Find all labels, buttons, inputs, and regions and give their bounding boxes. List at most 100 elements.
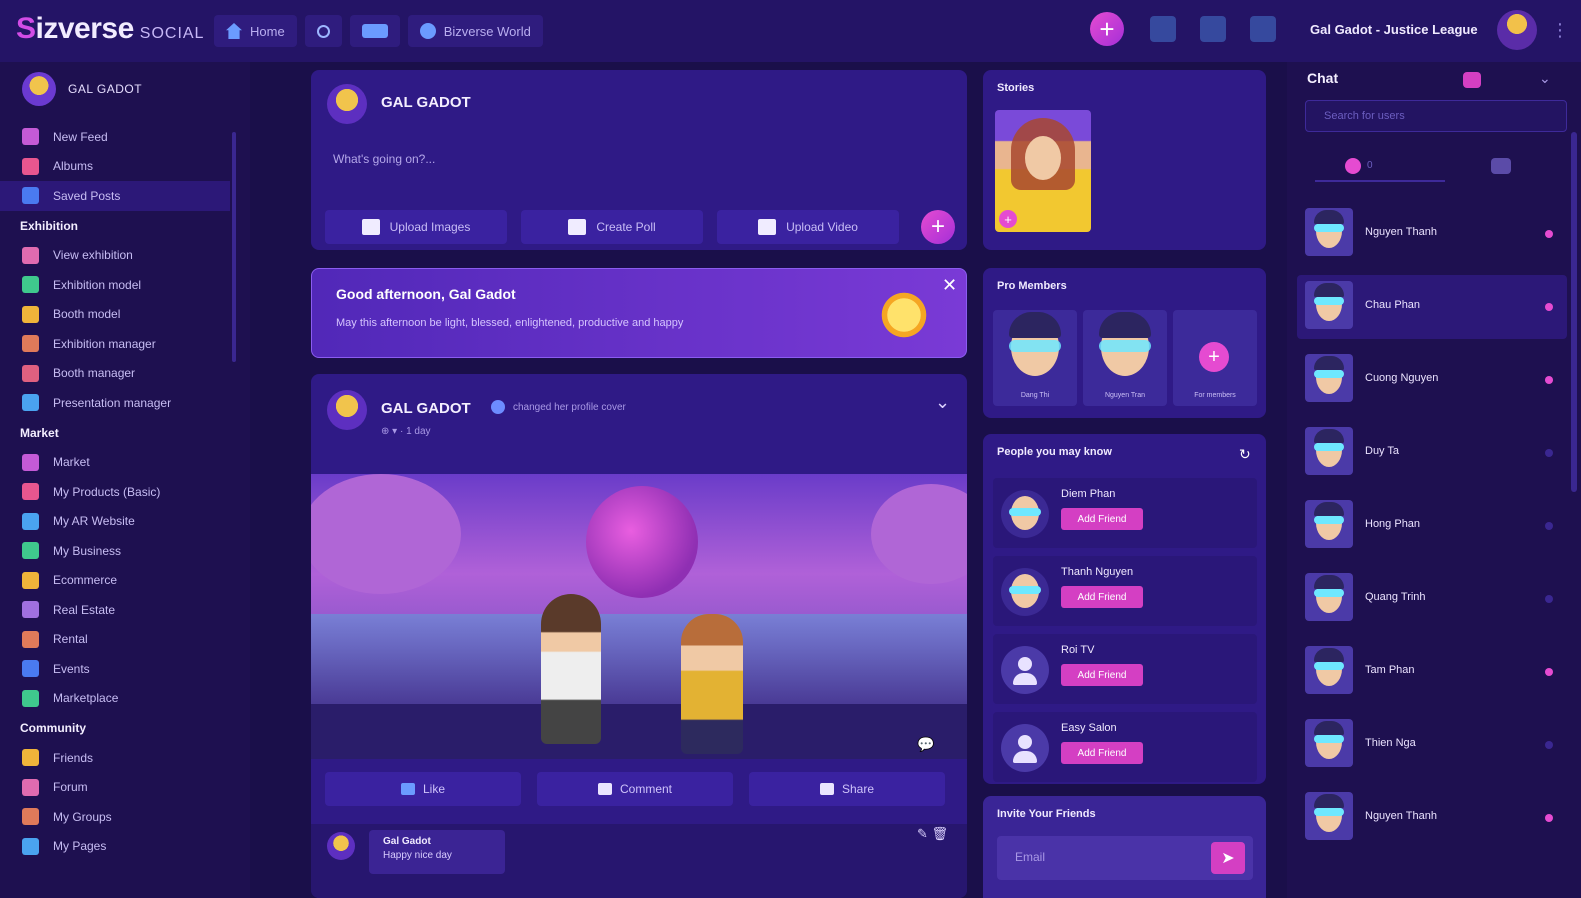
messages-icon[interactable] [1200, 16, 1226, 42]
pro-member-more-label: For members [1194, 392, 1236, 399]
upload-video-button[interactable]: Upload Video [717, 210, 899, 244]
post-author[interactable]: GAL GADOT [381, 400, 471, 417]
avatar[interactable] [327, 390, 367, 430]
close-icon[interactable]: ✕ [942, 275, 957, 296]
pro-member-more[interactable]: + For members [1173, 310, 1257, 406]
nav-home[interactable]: Home [214, 15, 297, 47]
like-button[interactable]: Like [325, 772, 521, 806]
add-friend-button[interactable]: Add Friend [1061, 508, 1143, 530]
pro-member-name: Dang Thi [1020, 392, 1050, 399]
top-nav: Home Bizverse World [214, 15, 543, 47]
sidebar-item-ar-website[interactable]: My AR Website [0, 507, 230, 537]
sidebar-item-products[interactable]: My Products (Basic) [0, 477, 230, 507]
add-friend-button[interactable]: Add Friend [1061, 742, 1143, 764]
create-button[interactable]: + [1090, 12, 1124, 46]
chat-contact[interactable]: Nguyen Thanh [1297, 202, 1567, 266]
sidebar-item-booth-model[interactable]: Booth model [0, 300, 230, 330]
edit-delete-icons[interactable]: ✎ 🗑 [917, 826, 948, 842]
sidebar-item-friends[interactable]: Friends [0, 743, 230, 773]
avatar[interactable] [1001, 490, 1049, 538]
add-friend-button[interactable]: Add Friend [1061, 586, 1143, 608]
chat-contact[interactable]: Duy Ta [1297, 421, 1567, 485]
sidebar-item-groups[interactable]: My Groups [0, 802, 230, 832]
sidebar-scrollbar[interactable] [232, 132, 236, 362]
post-cover-image[interactable]: 💬 [311, 474, 967, 759]
stories-title: Stories [997, 82, 1035, 94]
refresh-icon[interactable]: ↻ [1239, 446, 1251, 463]
composer-more-button[interactable]: + [921, 210, 955, 244]
group-chat-icon[interactable] [1463, 72, 1481, 88]
composer-name: GAL GADOT [381, 94, 471, 111]
avatar[interactable] [1001, 724, 1049, 772]
sidebar-item-news-feed[interactable]: New Feed [0, 122, 230, 152]
chat-title: Chat [1307, 70, 1339, 86]
chevron-down-icon[interactable]: ⌄ [1539, 70, 1551, 87]
sidebar-item-booth-manager[interactable]: Booth manager [0, 359, 230, 389]
sidebar-item-ecommerce[interactable]: Ecommerce [0, 566, 230, 596]
sidebar-item-rental[interactable]: Rental [0, 625, 230, 655]
tab-groups-icon[interactable] [1491, 158, 1511, 174]
sidebar-item-real-estate[interactable]: Real Estate [0, 595, 230, 625]
story-thumbnail[interactable]: + [995, 110, 1091, 232]
chat-contact[interactable]: Chau Phan [1297, 275, 1567, 339]
more-icon[interactable]: ⋮ [1551, 20, 1569, 41]
person-name[interactable]: Thanh Nguyen [1061, 566, 1133, 578]
suggested-person: Thanh Nguyen Add Friend [993, 556, 1257, 626]
person-name[interactable]: Diem Phan [1061, 488, 1115, 500]
person-name[interactable]: Easy Salon [1061, 722, 1117, 734]
comment-author[interactable]: Gal Gadot [383, 836, 491, 847]
pro-member[interactable]: Nguyen Tran [1083, 310, 1167, 406]
avatar[interactable] [1001, 646, 1049, 694]
nav-search[interactable] [304, 15, 342, 47]
sidebar-item-business[interactable]: My Business [0, 536, 230, 566]
create-poll-button[interactable]: Create Poll [521, 210, 703, 244]
tab-users-icon[interactable] [1345, 158, 1361, 174]
add-story-button[interactable]: + [999, 210, 1017, 228]
pro-member[interactable]: Dang Thi [993, 310, 1077, 406]
friends-icon[interactable] [1150, 16, 1176, 42]
top-avatar[interactable] [1497, 10, 1537, 50]
logo-mark: S [16, 12, 36, 45]
sidebar-item-events[interactable]: Events [0, 654, 230, 684]
logo[interactable]: Sizverse SOCIAL [16, 12, 204, 46]
sidebar-section-title: Market [20, 425, 59, 440]
comment-text: Happy nice day [383, 850, 452, 861]
chat-contact[interactable]: Nguyen Thanh [1297, 786, 1567, 850]
chat-contact[interactable]: Quang Trinh [1297, 567, 1567, 631]
upload-images-button[interactable]: Upload Images [325, 210, 507, 244]
send-icon[interactable]: ➤ [1211, 842, 1245, 874]
person-name[interactable]: Roi TV [1061, 644, 1094, 656]
pro-member-name: Nguyen Tran [1104, 392, 1146, 399]
notifications-icon[interactable] [1250, 16, 1276, 42]
sidebar-item-pages[interactable]: My Pages [0, 832, 230, 862]
sidebar-item-presentation-manager[interactable]: Presentation manager [0, 388, 230, 418]
chat-contact-name: Nguyen Thanh [1365, 810, 1437, 822]
greeting-title: Good afternoon, Gal Gadot [336, 286, 516, 302]
sun-icon [878, 289, 930, 341]
chat-scrollbar[interactable] [1571, 132, 1577, 492]
sidebar-item-exhibition-manager[interactable]: Exhibition manager [0, 329, 230, 359]
nav-vr[interactable] [349, 15, 400, 47]
chat-search-input[interactable]: Search for users [1305, 100, 1567, 132]
composer-input[interactable]: What's going on?... [333, 152, 435, 166]
chat-contact[interactable]: Tam Phan [1297, 640, 1567, 704]
sidebar-item-market[interactable]: Market [0, 448, 230, 478]
add-friend-button[interactable]: Add Friend [1061, 664, 1143, 686]
comment-button[interactable]: Comment [537, 772, 733, 806]
sidebar-item-album[interactable]: Albums [0, 152, 230, 182]
chat-contact[interactable]: Hong Phan [1297, 494, 1567, 558]
chat-contact[interactable]: Cuong Nguyen [1297, 348, 1567, 412]
chat-contact[interactable]: Thien Nga [1297, 713, 1567, 777]
avatar[interactable] [1001, 568, 1049, 616]
chevron-down-icon[interactable]: ⌄ [935, 392, 950, 413]
share-button[interactable]: Share [749, 772, 945, 806]
top-user-name[interactable]: Gal Gadot - Justice League [1310, 22, 1478, 37]
sidebar-item-marketplace[interactable]: Marketplace [0, 684, 230, 714]
sidebar-item-view-exhibition[interactable]: View exhibition [0, 241, 230, 271]
sidebar-profile[interactable]: GAL GADOT [22, 72, 142, 106]
sidebar-item-exhibition-model[interactable]: Exhibition model [0, 270, 230, 300]
nav-bizverse-world[interactable]: Bizverse World [407, 15, 543, 47]
sidebar-item-label: Saved Posts [53, 188, 121, 203]
sidebar-item-bookmark[interactable]: Saved Posts [0, 181, 230, 211]
sidebar-item-forum[interactable]: Forum [0, 773, 230, 803]
